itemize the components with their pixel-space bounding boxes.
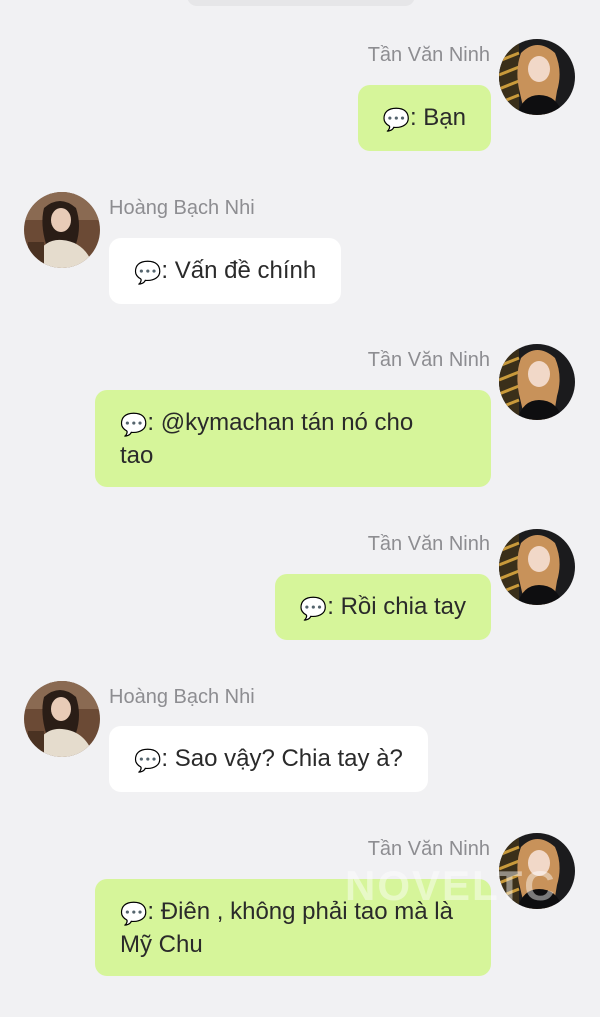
- speech-bubble-icon: 💬: [120, 412, 148, 437]
- sender-name: Hoàng Bạch Nhi: [109, 197, 255, 219]
- speech-bubble-icon: 💬: [134, 260, 162, 285]
- sender-name: Tần Văn Ninh: [367, 44, 490, 66]
- sender-name: Hoàng Bạch Nhi: [109, 686, 255, 708]
- sender-name: Tần Văn Ninh: [367, 349, 490, 371]
- message-bubble[interactable]: 💬: @kymachan tán nó cho tao: [95, 390, 491, 487]
- avatar[interactable]: [499, 833, 575, 909]
- sender-name: Tần Văn Ninh: [367, 838, 490, 860]
- message-text: : Bạn: [409, 104, 466, 131]
- message-text: : Điên , không phải tao mà là Mỹ Chu: [120, 898, 453, 958]
- message-bubble[interactable]: 💬: Vấn đề chính: [109, 238, 342, 304]
- speech-bubble-icon: 💬: [120, 901, 148, 926]
- avatar[interactable]: [499, 344, 575, 420]
- message-text: : Rồi chia tay: [327, 593, 466, 620]
- message-bubble[interactable]: 💬: Bạn: [357, 85, 491, 151]
- speech-bubble-icon: 💬: [134, 748, 162, 773]
- message-text: : Sao vậy? Chia tay à?: [161, 745, 403, 772]
- speech-bubble-icon: 💬: [382, 107, 410, 132]
- message-text: : @kymachan tán nó cho tao: [120, 409, 414, 469]
- message-bubble[interactable]: 💬: Rồi chia tay: [274, 574, 491, 640]
- message-text: : Vấn đề chính: [161, 257, 317, 284]
- sender-name: Tần Văn Ninh: [367, 533, 490, 555]
- avatar[interactable]: [24, 681, 100, 757]
- message-bubble[interactable]: 💬: Sao vậy? Chia tay à?: [109, 726, 428, 792]
- avatar[interactable]: [24, 192, 100, 268]
- speech-bubble-icon: 💬: [299, 596, 328, 621]
- avatar[interactable]: [499, 529, 575, 605]
- avatar[interactable]: [499, 39, 575, 115]
- top-pill: [187, 0, 415, 6]
- message-bubble[interactable]: 💬: Điên , không phải tao mà là Mỹ Chu: [95, 879, 491, 976]
